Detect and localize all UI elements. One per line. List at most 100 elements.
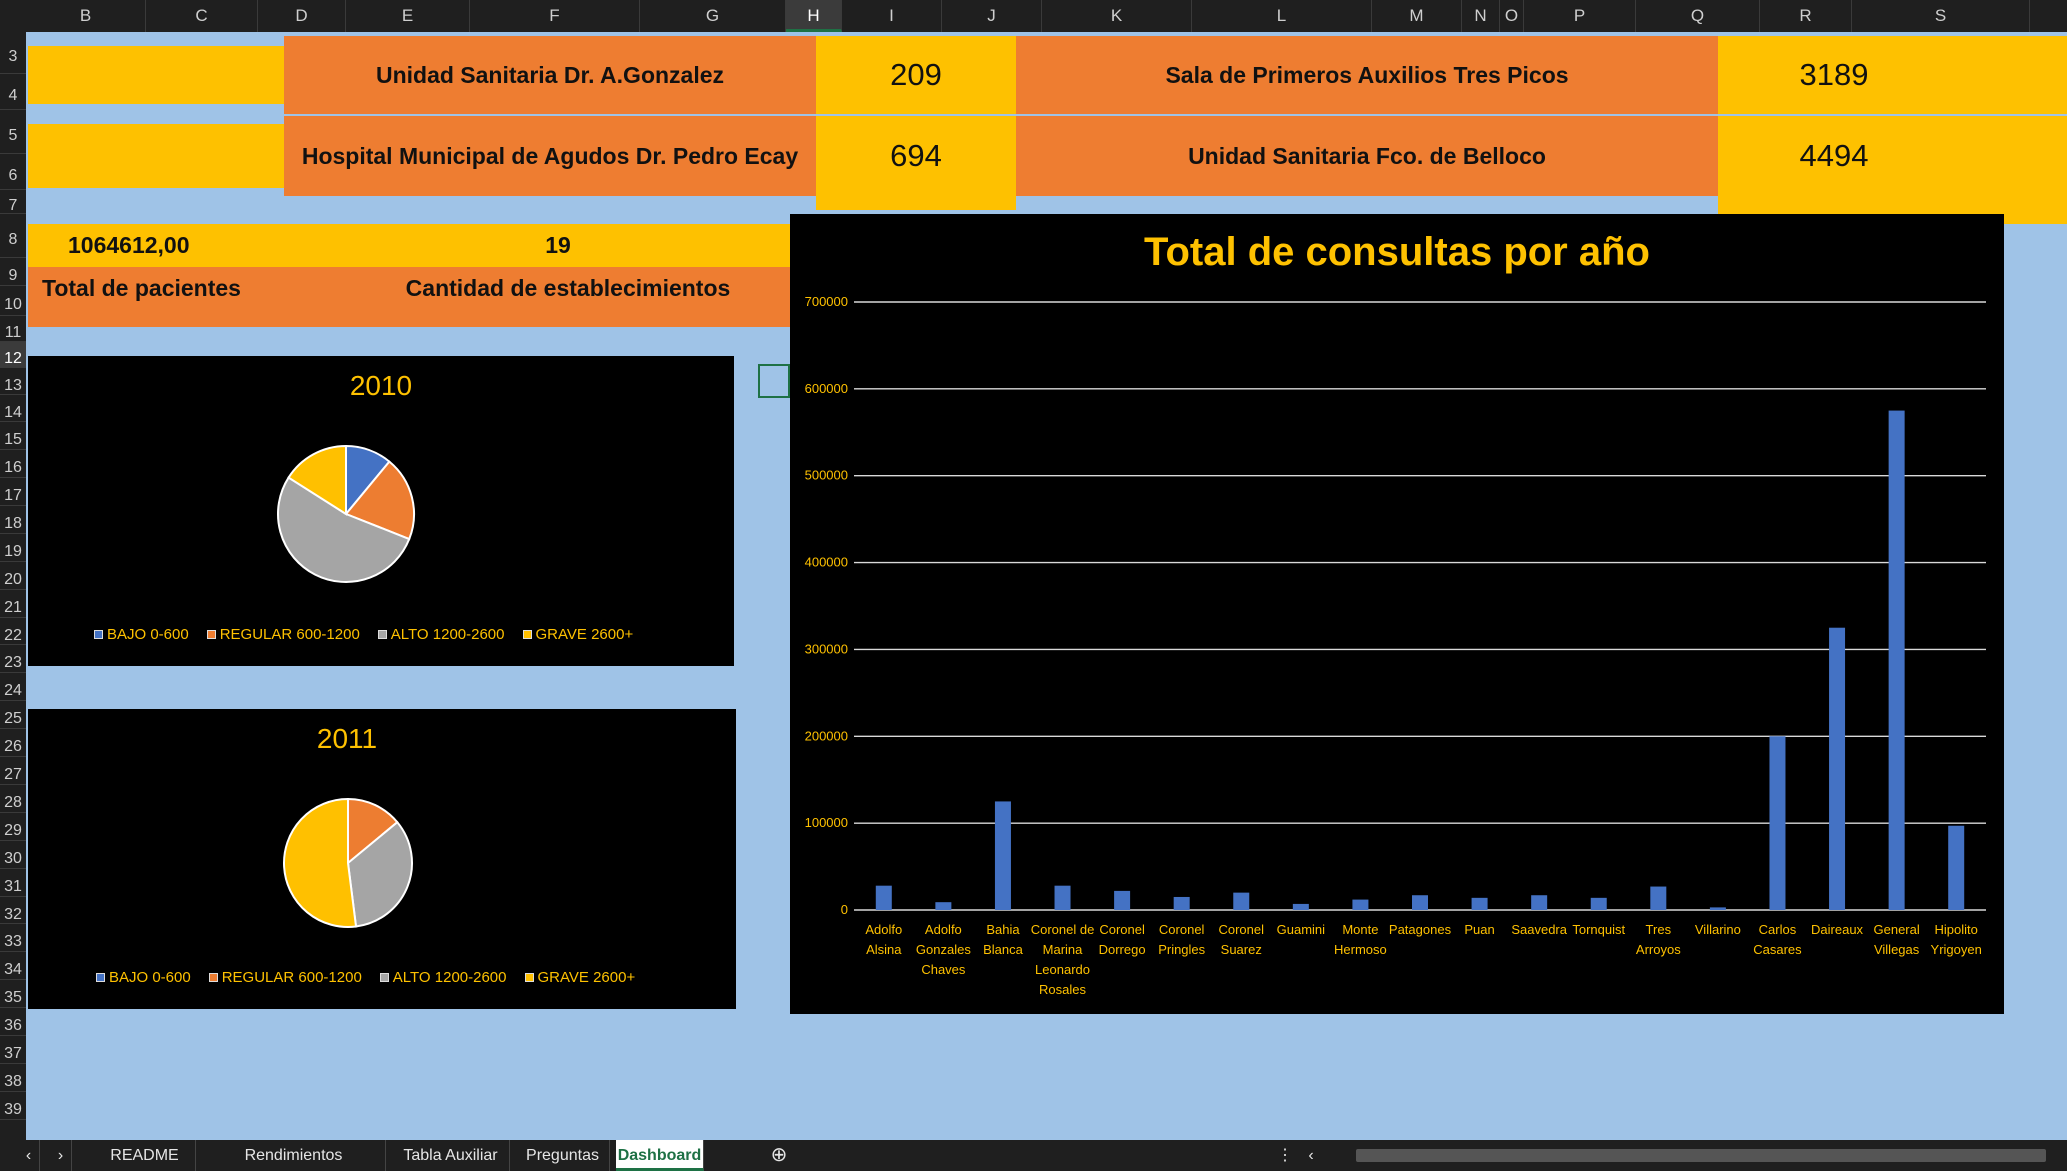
bar[interactable]	[1114, 890, 1131, 910]
row-header-38[interactable]: 38	[0, 1064, 26, 1092]
row-header-11[interactable]: 11	[0, 316, 26, 342]
facility-name-cell[interactable]: Sala de Primeros Auxilios Tres Picos	[1016, 36, 1718, 114]
facility-value-cell[interactable]: 4494	[1718, 116, 2067, 224]
row-header-36[interactable]: 36	[0, 1008, 26, 1036]
sheet-tab-preguntas[interactable]: Preguntas	[516, 1140, 610, 1171]
more-options-icon[interactable]: ⋮	[1274, 1140, 1296, 1171]
column-header-b[interactable]: B	[26, 0, 146, 32]
bar-chart-consultas[interactable]: Total de consultas por año 0 100000 200000…	[790, 214, 2004, 1014]
establishments-value[interactable]: 19	[488, 224, 628, 267]
row-header-3[interactable]: 3	[0, 32, 26, 74]
facility-name-cell[interactable]: Hospital Municipal de Agudos Dr. Pedro E…	[284, 116, 816, 196]
total-patients-value[interactable]: 1064612,00	[68, 224, 248, 267]
bar[interactable]	[1531, 895, 1548, 910]
bar[interactable]	[1650, 886, 1667, 910]
bar[interactable]	[1471, 897, 1488, 910]
row-header-14[interactable]: 14	[0, 395, 26, 422]
column-header-r[interactable]: R	[1760, 0, 1852, 32]
sheet-tab-rendimientos-hospitalarios[interactable]: Rendimientos Hospitalarios	[202, 1140, 386, 1171]
row-header-17[interactable]: 17	[0, 478, 26, 506]
row-header-25[interactable]: 25	[0, 701, 26, 729]
bar[interactable]	[1769, 736, 1786, 910]
row-header-15[interactable]: 15	[0, 422, 26, 450]
add-sheet-icon[interactable]: ⊕	[760, 1140, 798, 1171]
sheet-tab-tabla-auxiliar[interactable]: Tabla Auxiliar	[392, 1140, 510, 1171]
row-header-6[interactable]: 6	[0, 154, 26, 190]
column-header-t[interactable]: T	[2030, 0, 2067, 32]
row-header-20[interactable]: 20	[0, 562, 26, 590]
column-header-s[interactable]: S	[1852, 0, 2030, 32]
row-header-16[interactable]: 16	[0, 450, 26, 478]
column-header-o[interactable]: O	[1500, 0, 1524, 32]
horizontal-scrollbar[interactable]	[1356, 1149, 2046, 1162]
column-header-q[interactable]: Q	[1636, 0, 1760, 32]
bar[interactable]	[1888, 410, 1905, 910]
bar[interactable]	[1829, 627, 1846, 910]
row-header-32[interactable]: 32	[0, 897, 26, 924]
row-header-10[interactable]: 10	[0, 286, 26, 316]
row-header-35[interactable]: 35	[0, 980, 26, 1008]
row-header-18[interactable]: 18	[0, 506, 26, 534]
establishments-label[interactable]: Cantidad de establecimientos	[378, 267, 758, 309]
column-header-l[interactable]: L	[1192, 0, 1372, 32]
row-header-8[interactable]: 8	[0, 214, 26, 258]
column-header-d[interactable]: D	[258, 0, 346, 32]
bar[interactable]	[1590, 897, 1607, 910]
bar[interactable]	[1292, 903, 1309, 910]
row-header-21[interactable]: 21	[0, 590, 26, 618]
row-header-5[interactable]: 5	[0, 110, 26, 154]
row-header-39[interactable]: 39	[0, 1092, 26, 1120]
prev-sheet-icon[interactable]: ‹	[18, 1140, 40, 1171]
bar[interactable]	[935, 902, 952, 910]
bar[interactable]	[1352, 899, 1369, 910]
column-header-g[interactable]: G	[640, 0, 786, 32]
facility-name-cell[interactable]: Unidad Sanitaria Dr. A.Gonzalez	[284, 36, 816, 114]
pie-chart-2010[interactable]: 2010 BAJO 0-600 REGULAR 600-1200 ALTO 1200…	[28, 356, 734, 666]
facility-value-cell[interactable]: 694	[816, 116, 1016, 210]
column-header-m[interactable]: M	[1372, 0, 1462, 32]
sheet-tab-dashboard[interactable]: Dashboard	[616, 1140, 704, 1171]
row-header-7[interactable]: 7	[0, 190, 26, 214]
facility-value-cell[interactable]: 209	[816, 36, 1016, 114]
column-header-f[interactable]: F	[470, 0, 640, 32]
bar[interactable]	[1173, 896, 1190, 910]
column-header-n[interactable]: N	[1462, 0, 1500, 32]
row-header-26[interactable]: 26	[0, 729, 26, 757]
row-header-27[interactable]: 27	[0, 757, 26, 785]
column-header-h[interactable]: H	[786, 0, 842, 32]
row-header-22[interactable]: 22	[0, 618, 26, 645]
row-header-31[interactable]: 31	[0, 869, 26, 897]
row-header-12[interactable]: 12	[0, 342, 26, 368]
bar[interactable]	[1709, 907, 1726, 910]
next-sheet-icon[interactable]: ›	[50, 1140, 72, 1171]
bar[interactable]	[1412, 895, 1428, 910]
pie-chart-2011[interactable]: 2011 BAJO 0-600 REGULAR 600-1200 ALTO 1200…	[28, 709, 736, 1009]
bar[interactable]	[994, 801, 1011, 910]
highlight-cell[interactable]	[28, 124, 284, 188]
bar[interactable]	[1054, 885, 1071, 910]
column-header-e[interactable]: E	[346, 0, 470, 32]
bar[interactable]	[1948, 825, 1965, 910]
sheet-tab-readme[interactable]: README	[94, 1140, 196, 1171]
column-header-i[interactable]: I	[842, 0, 942, 32]
row-header-29[interactable]: 29	[0, 813, 26, 841]
scroll-left-icon[interactable]: ‹	[1302, 1140, 1320, 1171]
row-header-13[interactable]: 13	[0, 368, 26, 395]
facility-name-cell[interactable]: Unidad Sanitaria Fco. de Belloco	[1016, 116, 1718, 196]
row-header-28[interactable]: 28	[0, 785, 26, 813]
total-patients-label[interactable]: Total de pacientes	[42, 267, 302, 309]
row-header-33[interactable]: 33	[0, 924, 26, 952]
row-header-24[interactable]: 24	[0, 673, 26, 701]
row-header-23[interactable]: 23	[0, 645, 26, 673]
column-header-p[interactable]: P	[1524, 0, 1636, 32]
column-header-k[interactable]: K	[1042, 0, 1192, 32]
row-header-4[interactable]: 4	[0, 74, 26, 110]
row-header-9[interactable]: 9	[0, 258, 26, 286]
facility-value-cell[interactable]: 3189	[1718, 36, 2067, 114]
row-header-37[interactable]: 37	[0, 1036, 26, 1064]
bar[interactable]	[1233, 892, 1250, 910]
active-cell[interactable]	[758, 364, 790, 398]
row-header-30[interactable]: 30	[0, 841, 26, 869]
column-header-j[interactable]: J	[942, 0, 1042, 32]
pie-slice-grave-2600-[interactable]	[283, 797, 358, 928]
